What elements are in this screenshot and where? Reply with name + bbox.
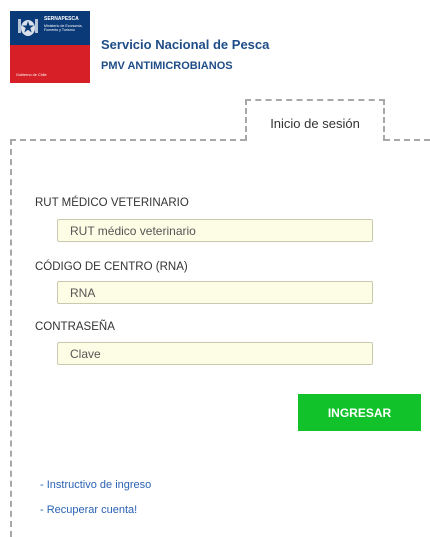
panel-border-top-right: [384, 139, 430, 141]
password-input[interactable]: [57, 342, 373, 365]
panel-border-top: [10, 139, 246, 141]
recover-account-link[interactable]: - Recuperar cuenta!: [40, 504, 137, 516]
sernapesca-logo: SERNAPESCA Ministerio de Economía, Fomen…: [10, 11, 90, 83]
chile-coat-of-arms-icon: [18, 19, 38, 36]
logo-government-text: Gobierno de Chile: [16, 73, 47, 77]
logo-red-field: [10, 45, 90, 83]
logo-ministry-text: Ministerio de Economía, Fomento y Turism…: [44, 24, 83, 33]
login-button[interactable]: INGRESAR: [298, 394, 421, 431]
logo-agency-text: SERNAPESCA: [44, 16, 79, 22]
instructions-link[interactable]: - Instructivo de ingreso: [40, 479, 151, 491]
panel-border-left: [10, 139, 12, 537]
password-label: CONTRASEÑA: [35, 321, 115, 333]
rut-input[interactable]: [57, 219, 373, 242]
page-subtitle: PMV ANTIMICROBIANOS: [101, 60, 233, 72]
rut-label: RUT MÉDICO VETERINARIO: [35, 197, 189, 209]
tab-login-label: Inicio de sesión: [270, 116, 360, 131]
rna-label: CÓDIGO DE CENTRO (RNA): [35, 261, 188, 273]
page-title: Servicio Nacional de Pesca: [101, 37, 270, 52]
rna-input[interactable]: [57, 281, 373, 304]
tab-login[interactable]: Inicio de sesión: [245, 99, 385, 141]
